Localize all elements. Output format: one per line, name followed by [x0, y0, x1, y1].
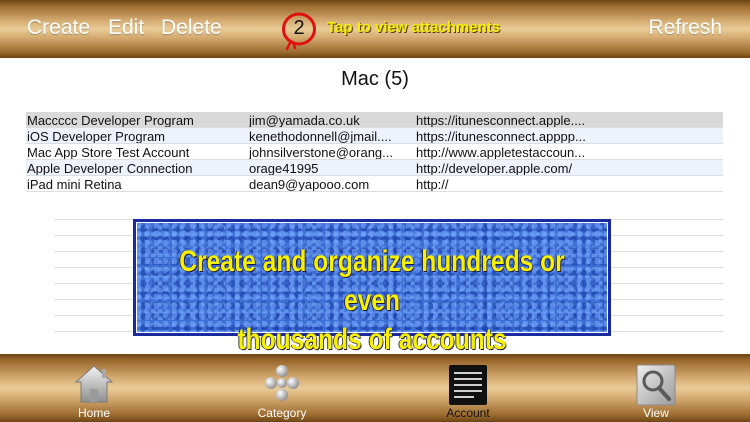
magnifier-icon — [636, 364, 676, 406]
table-row[interactable]: Apple Developer Connection orage41995 ht… — [26, 160, 723, 176]
tab-category[interactable]: Category — [227, 354, 337, 422]
tab-label: View — [643, 406, 669, 420]
account-url: https://itunesconnect.apppp... — [416, 129, 586, 144]
tab-label: Category — [257, 406, 307, 420]
top-toolbar: Create Edit Delete 2 Tap to view attachm… — [0, 0, 750, 58]
account-user: dean9@yapooo.com — [249, 177, 370, 192]
house-icon — [74, 365, 114, 403]
account-url: http://developer.apple.com/ — [416, 161, 573, 176]
account-url: http://www.appletestaccoun... — [416, 145, 586, 160]
refresh-button[interactable]: Refresh — [648, 16, 722, 40]
promo-line-1: Create and organize hundreds or even — [179, 245, 565, 317]
account-url: http:// — [416, 177, 449, 192]
create-button[interactable]: Create — [27, 16, 90, 40]
attachment-badge[interactable]: 2 — [281, 11, 317, 51]
accounts-table: Maccccc Developer Program jim@yamada.co.… — [26, 112, 723, 192]
tab-label: Home — [77, 406, 110, 420]
tab-home[interactable]: Home — [39, 354, 149, 422]
account-name: Apple Developer Connection — [27, 161, 193, 176]
table-row[interactable]: Mac App Store Test Account johnsilversto… — [26, 144, 723, 160]
tab-account[interactable]: Account — [413, 354, 523, 422]
tab-view[interactable]: View — [601, 354, 711, 422]
account-user: jim@yamada.co.uk — [249, 113, 360, 128]
account-user: orage41995 — [249, 161, 319, 176]
category-grid-icon — [265, 365, 299, 401]
bottom-tab-bar: Home Category Account View — [0, 354, 750, 422]
account-user: kenethodonnell@jmail.... — [249, 129, 392, 144]
account-list-icon — [449, 365, 487, 405]
attachment-hint[interactable]: Tap to view attachments — [327, 19, 500, 36]
table-row[interactable]: iPad mini Retina dean9@yapooo.com http:/… — [26, 176, 723, 192]
table-row[interactable]: iOS Developer Program kenethodonnell@jma… — [26, 128, 723, 144]
account-user: johnsilverstone@orang... — [249, 145, 393, 160]
promo-banner: Create and organize hundreds or even tho… — [133, 219, 611, 356]
account-name: Mac App Store Test Account — [27, 145, 190, 160]
delete-button[interactable]: Delete — [161, 16, 222, 40]
edit-button[interactable]: Edit — [108, 16, 144, 40]
account-url: https://itunesconnect.apple.... — [416, 113, 586, 128]
page-title: Mac (5) — [341, 68, 409, 90]
promo-text: Create and organize hundreds or even tho… — [178, 242, 565, 359]
table-row[interactable]: Maccccc Developer Program jim@yamada.co.… — [26, 112, 723, 128]
account-name: Maccccc Developer Program — [27, 113, 194, 128]
tab-label: Account — [446, 406, 490, 420]
account-name: iPad mini Retina — [27, 177, 122, 192]
account-name: iOS Developer Program — [27, 129, 165, 144]
attachment-count: 2 — [293, 17, 305, 39]
